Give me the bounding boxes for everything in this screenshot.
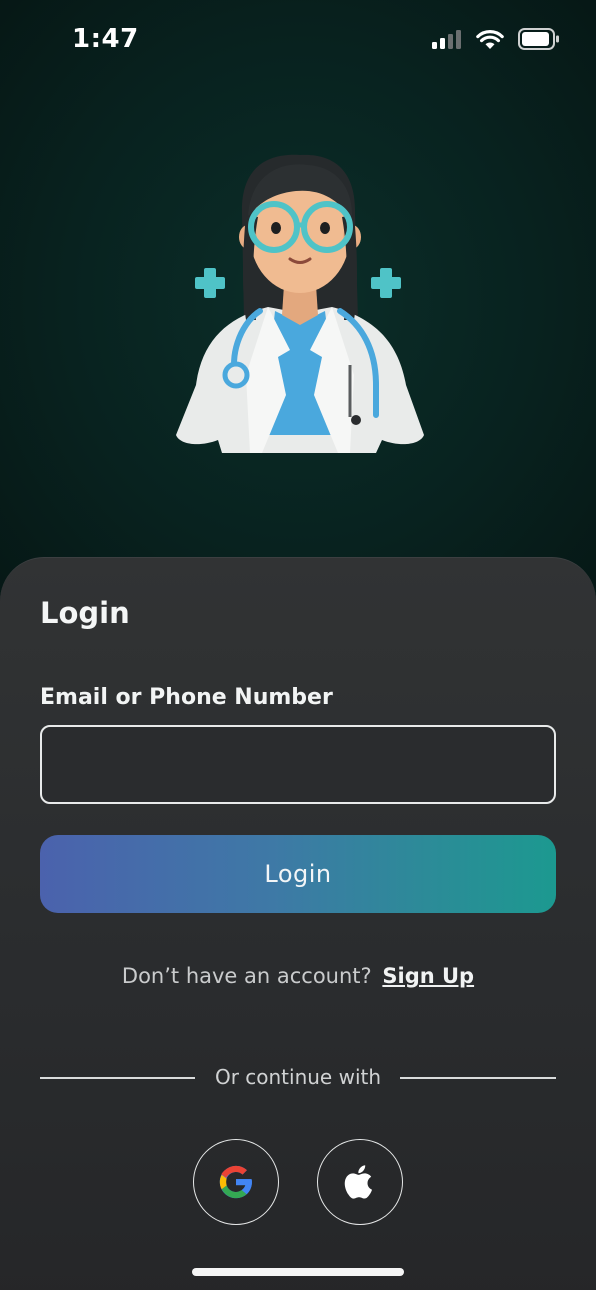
home-indicator	[192, 1268, 404, 1276]
divider-line-right	[400, 1077, 556, 1079]
apple-login-button[interactable]	[317, 1139, 403, 1225]
email-phone-label: Email or Phone Number	[40, 685, 333, 710]
google-icon	[219, 1165, 253, 1199]
signup-link[interactable]: Sign Up	[382, 964, 474, 988]
cellular-signal-icon	[432, 30, 461, 49]
login-title: Login	[40, 596, 130, 630]
login-sheet: Login Email or Phone Number Login Don’t …	[0, 557, 596, 1290]
email-phone-input[interactable]	[40, 725, 556, 804]
login-button[interactable]: Login	[40, 835, 556, 913]
login-screen: 1:47 Login Email or Phone Number Login D…	[0, 0, 596, 1290]
status-time: 1:47	[72, 24, 139, 54]
medical-cross-right-icon	[371, 268, 401, 298]
status-bar: 1:47	[0, 0, 596, 80]
google-login-button[interactable]	[193, 1139, 279, 1225]
signup-prompt: Don’t have an account?	[121, 964, 372, 988]
apple-icon	[344, 1165, 372, 1199]
battery-icon	[518, 28, 559, 50]
signup-row: Don’t have an account? Sign Up	[0, 964, 596, 988]
wifi-icon	[476, 29, 504, 49]
or-continue-divider: Or continue with	[40, 1063, 556, 1093]
doctor-illustration	[150, 135, 450, 475]
status-icons	[432, 28, 560, 50]
medical-cross-left-icon	[195, 268, 225, 298]
